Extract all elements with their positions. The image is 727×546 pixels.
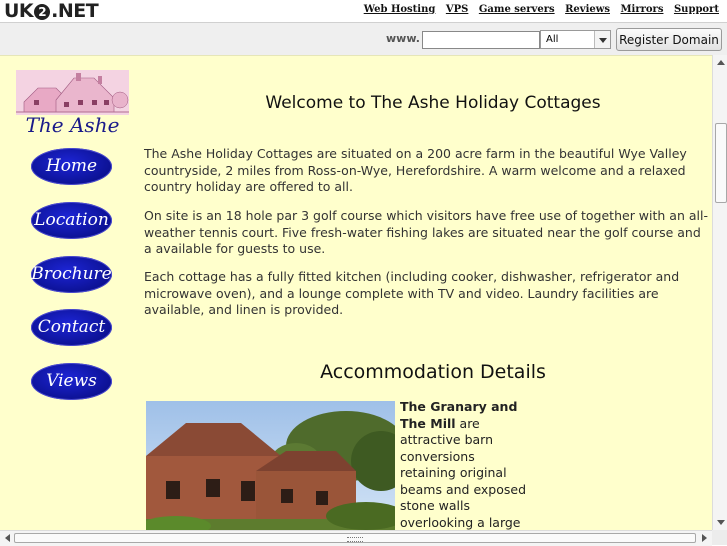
nav-views-button[interactable]: Views — [31, 363, 112, 400]
link-web-hosting[interactable]: Web Hosting — [364, 4, 436, 15]
link-vps[interactable]: VPS — [446, 4, 469, 15]
top-bar: UK 2 .NET Web Hosting VPS Game servers Rev… — [0, 0, 727, 22]
the-ashe-title: The Ashe — [25, 113, 120, 137]
logo-text-mid: 2 — [34, 4, 51, 20]
cottage-sketch-image — [16, 70, 129, 115]
top-links: Web Hosting VPS Game servers Reviews Mir… — [357, 4, 719, 15]
facilities-paragraph: On site is an 18 hole par 3 golf course … — [144, 208, 708, 256]
domain-input[interactable] — [422, 31, 540, 49]
domain-search-bar: www. All Register Domain — [0, 22, 727, 56]
cottage-photo — [146, 401, 395, 531]
vertical-scrollbar[interactable] — [712, 55, 727, 530]
scroll-up-icon[interactable] — [713, 55, 727, 69]
intro-paragraph: The Ashe Holiday Cottages are situated o… — [144, 146, 687, 194]
vertical-scroll-thumb[interactable] — [715, 123, 727, 203]
tld-selected-value: All — [546, 34, 559, 45]
scrollbar-corner — [712, 530, 727, 545]
link-game-servers[interactable]: Game servers — [479, 4, 555, 15]
horizontal-scroll-thumb[interactable] — [14, 533, 696, 543]
page-frame: The Ashe Home Location Brochure Contact … — [0, 55, 712, 531]
tld-select[interactable]: All — [540, 30, 611, 49]
grip-icon — [347, 537, 363, 542]
logo-text-left: UK — [4, 0, 34, 22]
scroll-left-icon[interactable] — [0, 531, 14, 545]
sidebar: The Ashe Home Location Brochure Contact … — [0, 56, 140, 531]
cottage-description: The Granary and The Mill are attractive … — [400, 399, 530, 531]
scroll-down-icon[interactable] — [713, 516, 727, 530]
kitchen-paragraph: Each cottage has a fully fitted kitchen … — [144, 269, 680, 317]
nav-brochure-button[interactable]: Brochure — [31, 256, 112, 293]
chevron-down-icon — [594, 31, 610, 48]
register-domain-button[interactable]: Register Domain — [616, 28, 722, 51]
horizontal-scrollbar[interactable] — [0, 530, 712, 546]
the-ashe-logo: The Ashe — [16, 70, 129, 135]
uk2-logo[interactable]: UK 2 .NET — [4, 0, 99, 22]
nav-location-button[interactable]: Location — [31, 202, 112, 239]
cottage-description-text: are attractive barn conversions retainin… — [400, 415, 527, 530]
logo-text-right: .NET — [51, 0, 99, 22]
www-label: www. — [386, 32, 420, 45]
page-title: Welcome to The Ashe Holiday Cottages — [265, 93, 601, 113]
link-reviews[interactable]: Reviews — [565, 4, 610, 15]
link-mirrors[interactable]: Mirrors — [620, 4, 663, 15]
nav-home-button[interactable]: Home — [31, 148, 112, 185]
scroll-right-icon[interactable] — [698, 531, 712, 545]
accommodation-heading: Accommodation Details — [320, 361, 546, 383]
nav-contact-button[interactable]: Contact — [31, 309, 112, 346]
link-support[interactable]: Support — [674, 4, 719, 15]
